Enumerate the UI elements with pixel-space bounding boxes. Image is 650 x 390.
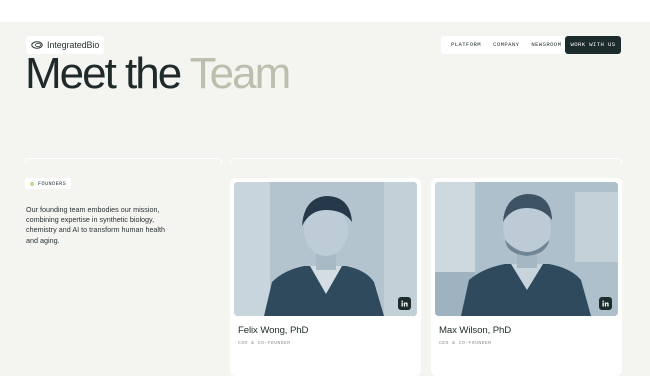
linkedin-button[interactable] xyxy=(398,297,411,310)
section-divider-left xyxy=(25,158,222,164)
section-badge: FOUNDERS xyxy=(25,178,72,189)
member-name: Max Wilson, PhD xyxy=(439,325,512,336)
section-intro: Our founding team embodies our mission, … xyxy=(26,205,166,245)
section-badge-label: FOUNDERS xyxy=(38,180,67,187)
page-title-accent: Team xyxy=(189,49,292,98)
page-background: IntegratedBio PLATFORM COMPANY NEWSROOM … xyxy=(0,22,650,376)
member-role: CSO & CO-FOUNDER xyxy=(238,341,291,346)
nav-item-company[interactable]: COMPANY xyxy=(487,36,525,54)
portrait-image xyxy=(234,182,417,316)
bottom-strip xyxy=(0,376,650,390)
badge-dot-icon xyxy=(30,181,34,186)
team-photo xyxy=(234,182,417,316)
member-name: Felix Wong, PhD xyxy=(238,325,309,336)
linkedin-icon xyxy=(602,300,609,307)
team-card[interactable]: Max Wilson, PhD CEO & CO-FOUNDER xyxy=(431,178,622,376)
team-photo xyxy=(435,182,618,316)
work-with-us-button[interactable]: WORK WITH US xyxy=(565,36,621,54)
member-role: CEO & CO-FOUNDER xyxy=(439,341,492,346)
main-nav: PLATFORM COMPANY NEWSROOM xyxy=(441,36,572,54)
team-card[interactable]: Felix Wong, PhD CSO & CO-FOUNDER xyxy=(230,178,421,376)
nav-item-platform[interactable]: PLATFORM xyxy=(445,36,487,54)
portrait-image xyxy=(435,182,618,316)
page-title-main: Meet the xyxy=(25,49,182,98)
nav-item-newsroom[interactable]: NEWSROOM xyxy=(525,36,567,54)
section-divider-right xyxy=(230,158,622,164)
page-title: Meet the Team xyxy=(25,48,292,100)
linkedin-button[interactable] xyxy=(599,297,612,310)
linkedin-icon xyxy=(401,300,408,307)
